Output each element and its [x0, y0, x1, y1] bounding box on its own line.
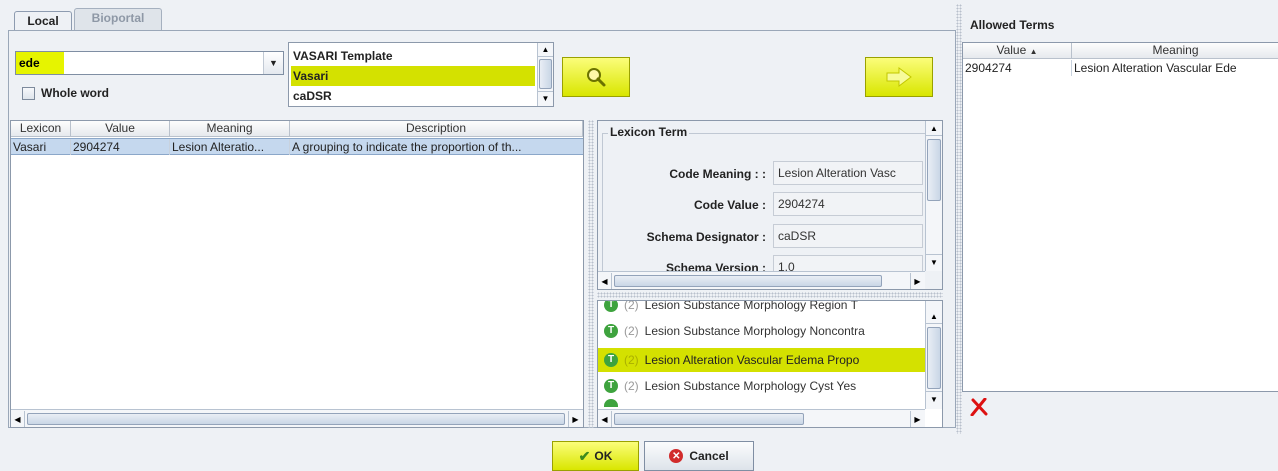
- allowed-terms-title: Allowed Terms: [970, 18, 1055, 32]
- scroll-up-icon[interactable]: ▲: [926, 121, 942, 136]
- column-header-meaning[interactable]: Meaning: [1072, 43, 1278, 59]
- ok-button[interactable]: ✔ OK: [552, 441, 639, 471]
- list-item[interactable]: T (2) Lesion Substance Morphology Cyst Y…: [598, 376, 925, 396]
- lexicon-term-title: Lexicon Term: [608, 125, 690, 139]
- scroll-thumb[interactable]: [27, 413, 565, 425]
- results-table: Lexicon Value Meaning Description Vasari…: [10, 120, 584, 428]
- column-header-value[interactable]: Value: [71, 121, 170, 137]
- scroll-right-icon[interactable]: ▶: [910, 273, 924, 289]
- splitter[interactable]: [588, 120, 594, 428]
- whole-word-checkbox[interactable]: [22, 87, 35, 100]
- scroll-left-icon[interactable]: ◀: [598, 411, 612, 427]
- tab-bioportal[interactable]: Bioportal: [74, 8, 162, 30]
- column-header-meaning[interactable]: Meaning: [170, 121, 290, 137]
- lexicon-term-panel: Lexicon Term Code Meaning : : Lesion Alt…: [597, 120, 943, 290]
- source-list[interactable]: VASARI Template Vasari caDSR ▲ ▼: [288, 42, 554, 107]
- tab-local-label: Local: [27, 14, 59, 28]
- sort-ascending-icon: ▲: [1029, 47, 1038, 56]
- scroll-left-icon[interactable]: ◀: [11, 411, 25, 427]
- tab-local[interactable]: Local: [14, 11, 72, 31]
- ok-label: OK: [594, 449, 613, 463]
- search-input[interactable]: [16, 52, 64, 74]
- tab-bioportal-label: Bioportal: [91, 11, 145, 25]
- results-h-scrollbar[interactable]: ◀ ▶: [11, 409, 583, 427]
- column-header-description[interactable]: Description: [290, 121, 583, 137]
- cell-meaning: Lesion Alteration Vascular Ede: [1074, 61, 1237, 75]
- delete-icon: [970, 398, 988, 416]
- arrow-right-icon: [886, 67, 912, 87]
- search-combobox[interactable]: ▼: [15, 51, 284, 75]
- checkmark-icon: ✔: [578, 447, 591, 464]
- code-meaning-value[interactable]: Lesion Alteration Vasc: [773, 161, 923, 185]
- results-table-header: Lexicon Value Meaning Description: [11, 121, 583, 137]
- lexicon-h-scrollbar[interactable]: ◀ ▶: [598, 271, 925, 289]
- cell-meaning: Lesion Alteratio...: [170, 139, 290, 155]
- table-row[interactable]: 2904274 Lesion Alteration Vascular Ede: [963, 60, 1278, 77]
- scroll-right-icon[interactable]: ▶: [568, 411, 582, 427]
- search-icon: [587, 68, 606, 87]
- add-to-allowed-button[interactable]: [865, 57, 933, 97]
- cancel-label: Cancel: [689, 449, 729, 463]
- source-item[interactable]: VASARI Template: [291, 46, 535, 66]
- cancel-button[interactable]: ✕ Cancel: [644, 441, 754, 471]
- code-value-label: Code Value :: [693, 198, 766, 212]
- scroll-up-icon[interactable]: ▲: [538, 43, 553, 57]
- term-icon: T: [604, 353, 618, 367]
- term-list-v-scrollbar[interactable]: ▲ ▼: [925, 301, 942, 409]
- scroll-thumb[interactable]: [927, 327, 941, 389]
- scroll-thumb[interactable]: [927, 139, 941, 201]
- term-icon: [604, 399, 618, 407]
- list-item[interactable]: T (2) Lesion Substance Morphology Noncon…: [598, 321, 925, 341]
- schema-designator-field[interactable]: caDSR: [773, 224, 923, 248]
- splitter[interactable]: [597, 292, 943, 298]
- scroll-thumb[interactable]: [614, 275, 882, 287]
- column-header-value[interactable]: Value ▲: [963, 43, 1072, 59]
- scroll-thumb[interactable]: [539, 59, 552, 89]
- source-list-scrollbar[interactable]: ▲ ▼: [537, 43, 553, 106]
- cell-description: A grouping to indicate the proportion of…: [292, 140, 522, 154]
- term-icon: T: [604, 379, 618, 393]
- dropdown-button[interactable]: ▼: [263, 52, 283, 74]
- cell-lexicon: Vasari: [11, 139, 71, 155]
- search-button[interactable]: [562, 57, 630, 97]
- scroll-thumb[interactable]: [614, 413, 804, 425]
- scroll-down-icon[interactable]: ▼: [926, 254, 942, 269]
- term-icon: T: [604, 324, 618, 338]
- allowed-terms-panel: Allowed Terms Value ▲ Meaning 2904274 Le…: [962, 4, 1278, 434]
- scroll-down-icon[interactable]: ▼: [538, 91, 553, 105]
- table-row[interactable]: Vasari 2904274 Lesion Alteratio... A gro…: [11, 138, 583, 155]
- lexicon-v-scrollbar[interactable]: ▲ ▼: [925, 121, 942, 271]
- scroll-left-icon[interactable]: ◀: [598, 273, 612, 289]
- allowed-terms-table: Value ▲ Meaning 2904274 Lesion Alteratio…: [962, 42, 1278, 392]
- schema-designator-label: Schema Designator :: [646, 230, 766, 244]
- column-header-lexicon[interactable]: Lexicon: [11, 121, 71, 137]
- code-value-field[interactable]: 2904274: [773, 192, 923, 216]
- scroll-up-icon[interactable]: ▲: [926, 309, 942, 324]
- term-list-h-scrollbar[interactable]: ◀ ▶: [598, 409, 925, 427]
- cell-value: 2904274: [963, 60, 1072, 76]
- source-item[interactable]: caDSR: [291, 86, 535, 106]
- code-meaning-label: Code Meaning : :: [669, 167, 766, 181]
- cell-value: 2904274: [71, 139, 170, 155]
- source-item-selected[interactable]: Vasari: [291, 66, 535, 86]
- scroll-down-icon[interactable]: ▼: [926, 391, 942, 406]
- list-item[interactable]: T (2) Lesion Substance Morphology Region…: [598, 301, 925, 315]
- delete-term-button[interactable]: [968, 396, 990, 418]
- term-list-panel: T (2) Lesion Substance Morphology Region…: [597, 300, 943, 428]
- scroll-right-icon[interactable]: ▶: [910, 411, 924, 427]
- list-item-selected[interactable]: T (2) Lesion Alteration Vascular Edema P…: [598, 348, 925, 372]
- whole-word-label: Whole word: [41, 86, 109, 100]
- term-icon: T: [604, 301, 618, 312]
- chevron-down-icon: ▼: [269, 58, 278, 68]
- cancel-icon: ✕: [669, 449, 684, 463]
